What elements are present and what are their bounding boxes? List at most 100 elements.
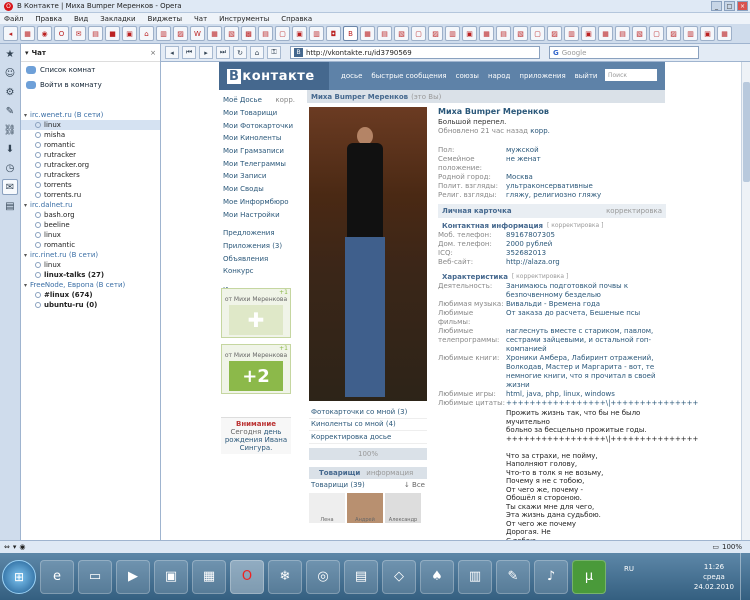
paint-taskbar-icon[interactable]: ✎ — [496, 559, 530, 594]
folder-taskbar-icon[interactable]: ▭ — [78, 559, 112, 594]
menu-help[interactable]: Справка — [281, 15, 312, 23]
tab[interactable]: ▥ — [564, 26, 579, 41]
field-value[interactable]: 89167807305 — [506, 231, 666, 240]
app-taskbar-icon[interactable]: ▥ — [458, 559, 492, 594]
friend-thumb[interactable]: Лена — [309, 493, 345, 523]
chat-channel[interactable]: linux-talks (27) — [21, 270, 160, 280]
tab[interactable]: ▦ — [479, 26, 494, 41]
field-value[interactable]: 2000 рублей — [506, 240, 666, 249]
field-value[interactable]: Хроники Амбера, Лабиринт отражений, Волк… — [506, 354, 666, 390]
gift-promo-2[interactable]: +1 от Михи Меренкова +2 — [221, 344, 291, 394]
chevron-down-icon[interactable]: ▾ — [24, 112, 27, 119]
tab[interactable]: ▨ — [547, 26, 562, 41]
tab[interactable]: ▥ — [445, 26, 460, 41]
tab[interactable]: ▤ — [615, 26, 630, 41]
address-bar[interactable]: В http://vkontakte.ru/id3790569 — [290, 46, 540, 59]
tab[interactable]: ▤ — [496, 26, 511, 41]
edit-profile-link[interactable]: Корректировка досье — [309, 431, 427, 444]
widget-icon[interactable]: ▾ — [13, 543, 17, 551]
menu-view[interactable]: Вид — [74, 15, 88, 23]
menu-edit[interactable]: Правка — [35, 15, 62, 23]
field-value[interactable]: Вивальди - Времена года — [506, 300, 666, 309]
search-field[interactable]: G Google — [549, 46, 699, 59]
menu-link[interactable]: Мои Настройки — [223, 208, 295, 221]
friend-thumb[interactable]: Александр — [385, 493, 421, 523]
history-panel-icon[interactable]: ◷ — [2, 160, 18, 176]
utorrent-taskbar-icon[interactable]: µ — [572, 559, 606, 594]
forward-button[interactable]: ▸ — [199, 46, 213, 59]
tab[interactable]: ▦ — [598, 26, 613, 41]
profile-photo[interactable] — [309, 107, 427, 401]
vk-nav-link[interactable]: досье — [341, 72, 362, 80]
tab[interactable]: ▧ — [224, 26, 239, 41]
minimize-button[interactable]: _ — [711, 1, 722, 11]
vk-nav-link[interactable]: союзы — [456, 72, 479, 80]
tab[interactable]: ▢ — [530, 26, 545, 41]
tab[interactable]: ▥ — [683, 26, 698, 41]
tab[interactable]: ▣ — [292, 26, 307, 41]
menu-tools[interactable]: Инструменты — [219, 15, 269, 23]
field-value[interactable]: От заказа до расчета, Бешеные псы — [506, 309, 666, 327]
tab[interactable]: ▣ — [581, 26, 596, 41]
app-taskbar-icon[interactable]: ◎ — [306, 559, 340, 594]
field-value[interactable]: не женат — [506, 155, 666, 173]
page-scrollbar[interactable] — [741, 62, 750, 540]
menu-link[interactable]: Мои Товарищи — [223, 107, 295, 120]
contacts-panel-icon[interactable]: ☺ — [2, 65, 18, 81]
photos-with-me-link[interactable]: Фотокарточки со мной (3) — [309, 406, 427, 419]
field-value[interactable]: html, java, php, linux, windows — [506, 390, 666, 399]
tab[interactable]: ▥ — [156, 26, 171, 41]
clock[interactable]: 11:26 среда 24.02.2010 — [694, 562, 734, 592]
chat-panel-icon[interactable]: ✉ — [2, 179, 18, 195]
field-value[interactable]: наглеснуть вместе с стариком, павлом, се… — [506, 327, 666, 354]
tab[interactable]: W — [190, 26, 205, 41]
home-button[interactable]: ⌂ — [250, 46, 264, 59]
tab[interactable]: ◂ — [3, 26, 18, 41]
tab[interactable]: ▦ — [207, 26, 222, 41]
screenshot-taskbar-icon[interactable]: ▣ — [154, 559, 188, 594]
chevron-down-icon[interactable]: ▾ — [24, 252, 27, 259]
tab[interactable]: ▦ — [360, 26, 375, 41]
chat-network[interactable]: ▾ FreeNode, Европа (В сети) — [21, 280, 160, 290]
chat-channel[interactable]: #linux (674) — [21, 290, 160, 300]
room-list-action[interactable]: Список комнат — [21, 62, 160, 77]
field-value[interactable]: Москва — [506, 173, 666, 182]
menu-link[interactable]: Мои Телеграммы — [223, 157, 295, 170]
chat-channel[interactable]: ubuntu-ru (0) — [21, 300, 160, 310]
chat-network[interactable]: ▾ irc.dalnet.ru — [21, 200, 160, 210]
close-icon[interactable]: × — [150, 49, 156, 57]
chat-network[interactable]: ▾ irc.wenet.ru (В сети) — [21, 110, 160, 120]
menu-link[interactable]: Приложения (3) — [223, 240, 295, 253]
tab[interactable]: ▦ — [717, 26, 732, 41]
opera-taskbar-icon[interactable]: O — [230, 559, 264, 594]
chat-channel[interactable]: rutrackers — [21, 170, 160, 180]
tab-active[interactable]: В — [343, 26, 358, 41]
show-desktop-button[interactable] — [740, 553, 750, 600]
vk-nav-link[interactable]: выйти — [575, 72, 598, 80]
gift-promo-1[interactable]: +1 от Михи Меренкова ✚ — [221, 288, 291, 338]
ie-taskbar-icon[interactable]: e — [40, 559, 74, 594]
chat-channel[interactable]: bash.org — [21, 210, 160, 220]
menu-widgets[interactable]: Виджеты — [148, 15, 182, 23]
field-value[interactable]: ультраконсервативные — [506, 182, 666, 191]
app-taskbar-icon[interactable]: ▤ — [344, 559, 378, 594]
tab[interactable]: ▨ — [666, 26, 681, 41]
menu-file[interactable]: Файл — [4, 15, 23, 23]
field-value[interactable]: Занимаюсь подготовкой почвы к безпочвенн… — [506, 282, 666, 300]
menu-link[interactable]: Конкурс — [223, 265, 295, 278]
chat-channel[interactable]: romantic — [21, 140, 160, 150]
chat-network[interactable]: ▾ irc.rinet.ru (В сети) — [21, 250, 160, 260]
tab[interactable]: ▤ — [258, 26, 273, 41]
language-indicator[interactable]: RU — [624, 565, 634, 573]
chat-channel[interactable]: beeline — [21, 220, 160, 230]
close-window-button[interactable]: × — [737, 1, 748, 11]
chat-channel[interactable]: torrents — [21, 180, 160, 190]
tab[interactable]: ▤ — [377, 26, 392, 41]
menu-chat[interactable]: Чат — [194, 15, 207, 23]
tab[interactable]: ▨ — [173, 26, 188, 41]
field-value[interactable]: гляжу, религиозно гляжу — [506, 191, 666, 200]
tab[interactable]: ▣ — [462, 26, 477, 41]
chat-channel[interactable]: linux — [21, 230, 160, 240]
panel-toggle-icon[interactable]: ⇔ — [4, 543, 10, 551]
notes-panel-icon[interactable]: ✎ — [2, 103, 18, 119]
